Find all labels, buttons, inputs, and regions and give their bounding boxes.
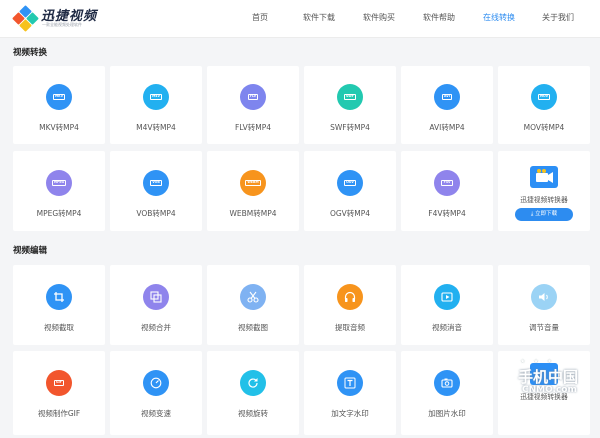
crop-icon xyxy=(46,284,72,310)
convert-card-mpeg[interactable]: MPEG MPEG转MP4 xyxy=(13,151,105,231)
mov-file-icon: MOV xyxy=(531,84,557,110)
swf-file-icon: SWF xyxy=(337,84,363,110)
card-label: VOB转MP4 xyxy=(136,209,176,218)
convert-card-f4v[interactable]: F4V F4V转MP4 xyxy=(401,151,493,231)
card-label: 视频合并 xyxy=(141,323,171,332)
mkv-file-icon: MKV xyxy=(46,84,72,110)
card-label: MOV转MP4 xyxy=(523,123,565,132)
nav-home[interactable]: 首页 xyxy=(252,12,268,23)
convert-section-title: 视频转换 xyxy=(13,48,48,58)
card-label: 视频截图 xyxy=(238,323,268,332)
card-label: 提取音频 xyxy=(335,323,365,332)
edit-section-title: 视频编辑 xyxy=(13,246,48,256)
convert-card-flv[interactable]: FLV FLV转MP4 xyxy=(207,66,299,144)
convert-card-swf[interactable]: SWF SWF转MP4 xyxy=(304,66,396,144)
card-label: F4V转MP4 xyxy=(428,209,466,218)
watermark-subtext: CNMO.com xyxy=(522,385,577,395)
mpeg-file-icon: MPEG xyxy=(46,170,72,196)
scissors-icon xyxy=(240,284,266,310)
card-label: 视频消音 xyxy=(432,323,462,332)
edit-card-extract-audio[interactable]: 提取音频 xyxy=(304,265,396,345)
nav-purchase[interactable]: 软件购买 xyxy=(363,12,395,23)
video-play-icon xyxy=(434,284,460,310)
gif-icon: GIF xyxy=(46,370,72,396)
watermark-text: 手机中国 xyxy=(518,368,579,386)
card-label: 视频变速 xyxy=(141,409,171,418)
nav-online-convert[interactable]: 在线转换 xyxy=(483,12,515,23)
edit-card-mute[interactable]: 视频消音 xyxy=(401,265,493,345)
card-label: SWF转MP4 xyxy=(330,123,370,132)
nav-help[interactable]: 软件帮助 xyxy=(423,12,455,23)
convert-card-avi[interactable]: AVI AVI转MP4 xyxy=(401,66,493,144)
convert-card-vob[interactable]: VOB VOB转MP4 xyxy=(110,151,202,231)
card-label: MPEG转MP4 xyxy=(36,209,82,218)
edit-card-volume[interactable]: 调节音量 xyxy=(498,265,590,345)
avi-file-icon: AVI xyxy=(434,84,460,110)
webm-file-icon: WEBM xyxy=(240,170,266,196)
convert-card-webm[interactable]: WEBM WEBM转MP4 xyxy=(207,151,299,231)
speedometer-icon xyxy=(143,370,169,396)
site-header: 迅捷视频 一款全能视频处理软件 首页 软件下载 软件购买 软件帮助 在线转换 关… xyxy=(0,0,600,38)
edit-card-gif[interactable]: GIF 视频制作GIF xyxy=(13,351,105,435)
card-label: FLV转MP4 xyxy=(234,123,272,132)
edit-card-screenshot[interactable]: 视频截图 xyxy=(207,265,299,345)
ogv-file-icon: OGV xyxy=(337,170,363,196)
card-label: OGV转MP4 xyxy=(329,209,371,218)
edit-card-crop[interactable]: 视频截取 xyxy=(13,265,105,345)
volume-icon xyxy=(531,284,557,310)
cnmo-watermark: ★★★ 手机中国 CNMO.com xyxy=(498,354,598,434)
convert-card-ogv[interactable]: OGV OGV转MP4 xyxy=(304,151,396,231)
star-icon: ★★★ xyxy=(520,358,561,365)
flv-file-icon: FLV xyxy=(240,84,266,110)
card-label: WEBM转MP4 xyxy=(229,209,277,218)
nav-about[interactable]: 关于我们 xyxy=(542,12,574,23)
card-label: 视频制作GIF xyxy=(37,409,81,418)
card-label: MKV转MP4 xyxy=(39,123,79,132)
convert-card-mkv[interactable]: MKV MKV转MP4 xyxy=(13,66,105,144)
f4v-file-icon: F4V xyxy=(434,170,460,196)
vob-file-icon: VOB xyxy=(143,170,169,196)
download-now-button[interactable]: ⤓ 立即下载 xyxy=(515,208,573,221)
edit-card-speed[interactable]: 视频变速 xyxy=(110,351,202,435)
headphones-icon xyxy=(337,284,363,310)
card-label: 加图片水印 xyxy=(428,409,466,418)
logo-icon[interactable] xyxy=(12,5,39,32)
merge-icon xyxy=(143,284,169,310)
card-label: 视频旋转 xyxy=(238,409,268,418)
rotate-icon xyxy=(240,370,266,396)
nav-download[interactable]: 软件下载 xyxy=(303,12,335,23)
brand-tagline: 一款全能视频处理软件 xyxy=(42,22,82,27)
card-label: 视频截取 xyxy=(44,323,74,332)
promo-card-converter: 迅捷视频转换器 ⤓ 立即下载 xyxy=(498,151,590,231)
converter-app-icon xyxy=(530,166,558,188)
card-label: 调节音量 xyxy=(529,323,559,332)
edit-card-image-watermark[interactable]: 加图片水印 xyxy=(401,351,493,435)
edit-card-rotate[interactable]: 视频旋转 xyxy=(207,351,299,435)
text-watermark-icon xyxy=(337,370,363,396)
convert-card-mov[interactable]: MOV MOV转MP4 xyxy=(498,66,590,144)
card-label: 加文字水印 xyxy=(331,409,369,418)
edit-card-text-watermark[interactable]: 加文字水印 xyxy=(304,351,396,435)
m4v-file-icon: M4V xyxy=(143,84,169,110)
promo-label: 迅捷视频转换器 xyxy=(520,196,568,204)
convert-card-m4v[interactable]: M4V M4V转MP4 xyxy=(110,66,202,144)
edit-card-merge[interactable]: 视频合并 xyxy=(110,265,202,345)
image-watermark-icon xyxy=(434,370,460,396)
card-label: M4V转MP4 xyxy=(136,123,176,132)
card-label: AVI转MP4 xyxy=(429,123,465,132)
